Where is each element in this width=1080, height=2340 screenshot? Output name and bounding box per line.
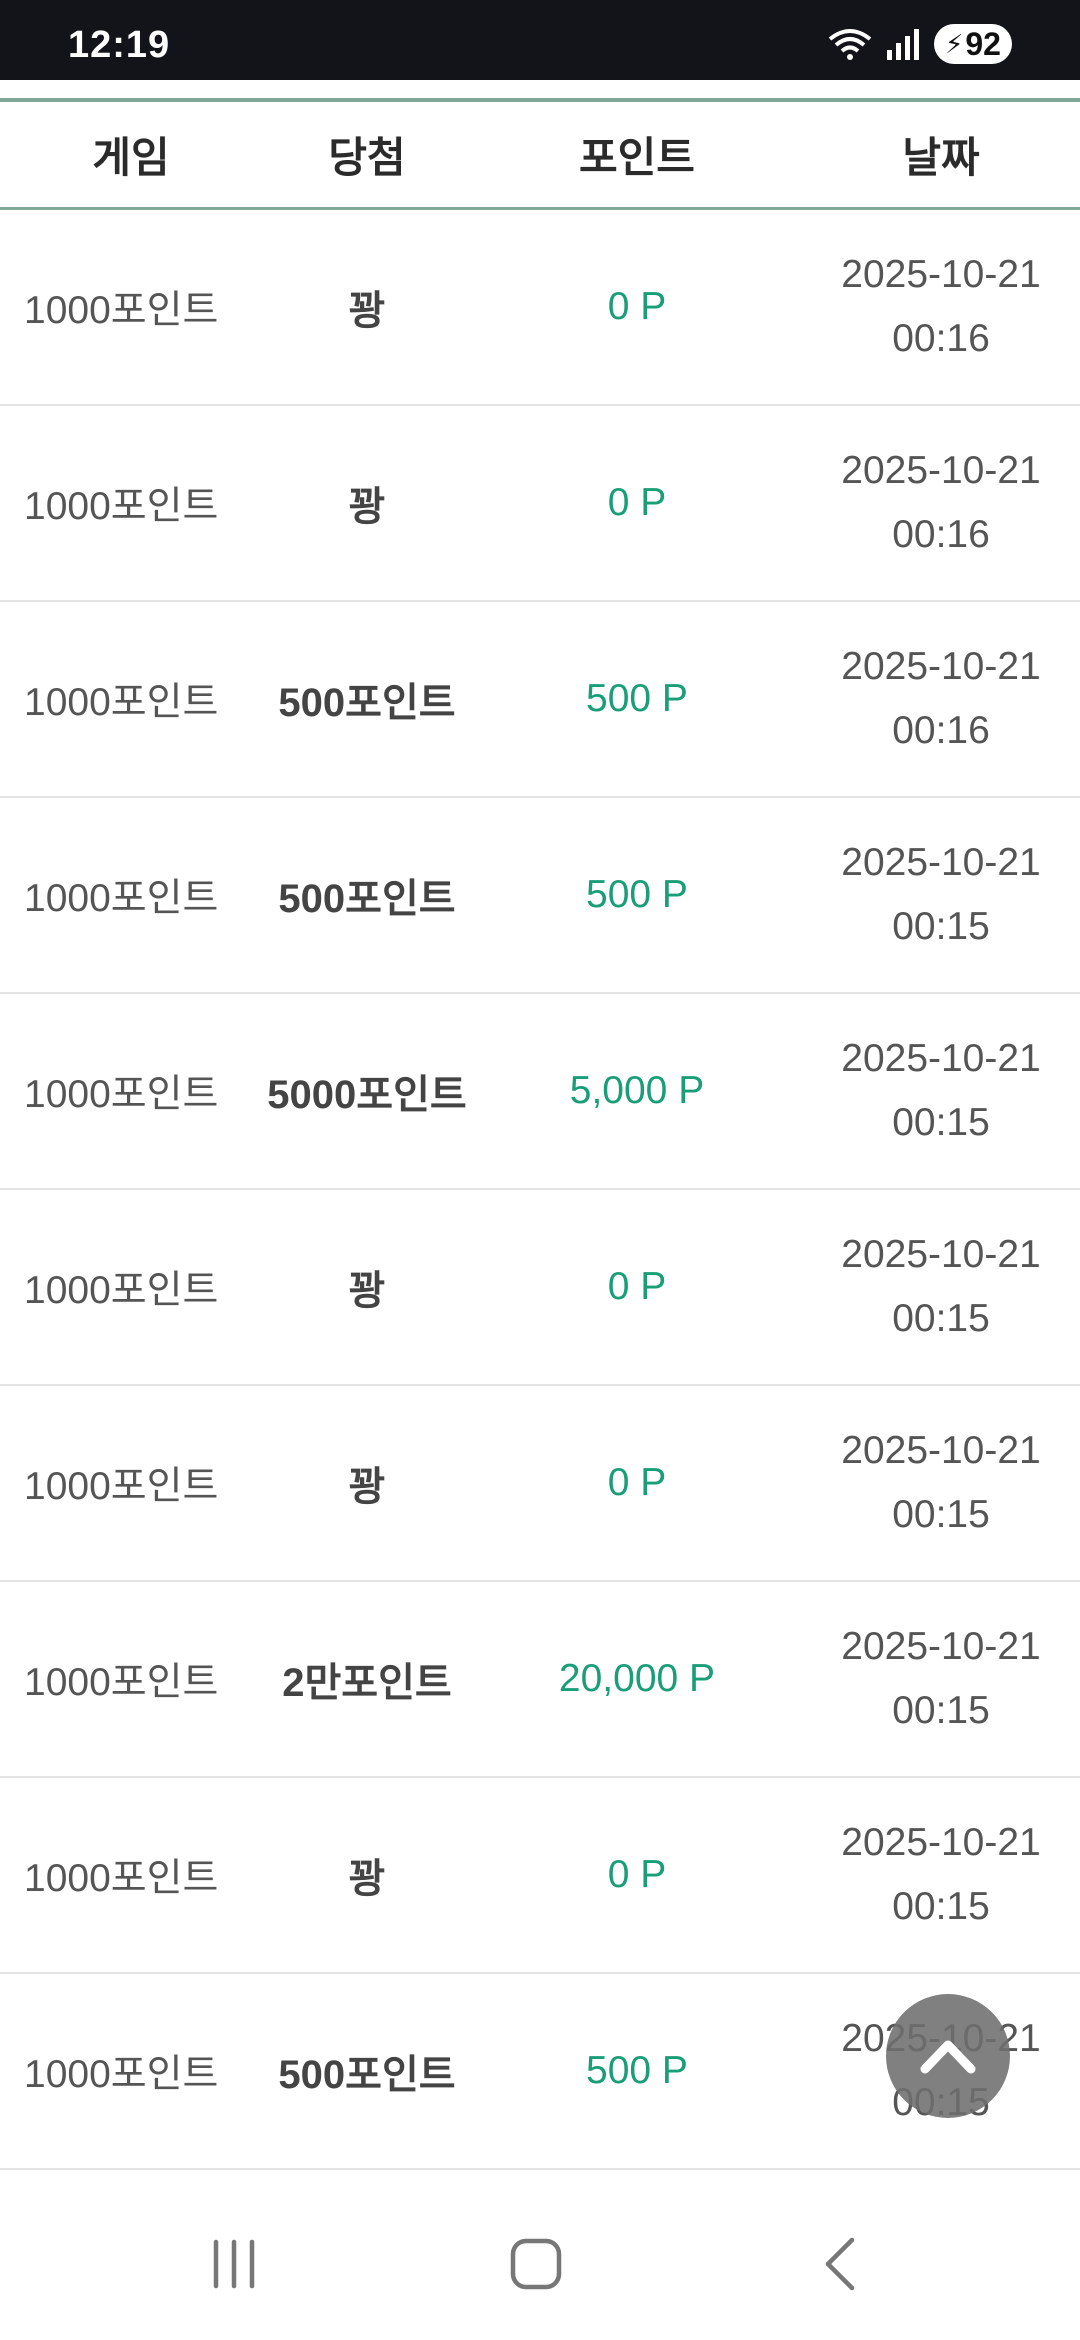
cell-date-time: 00:16: [892, 709, 990, 752]
cell-points: 20,000 P: [558, 1657, 716, 1700]
cell-date: 2025-10-21 00:16: [802, 439, 1080, 567]
home-icon[interactable]: [508, 2236, 564, 2292]
cell-date-time: 00:15: [892, 1689, 990, 1732]
cell-date-day: 2025-10-21: [841, 1233, 1041, 1276]
cell-points: 0 P: [607, 285, 667, 328]
cell-date-day: 2025-10-21: [841, 1037, 1041, 1080]
table-row: 1000포인트 꽝 0 P 2025-10-21 00:15: [0, 1386, 1080, 1582]
cell-date-time: 00:16: [892, 513, 990, 556]
cell-game: 1000포인트: [24, 2053, 219, 2096]
header-win: 당첨: [328, 134, 406, 181]
cell-game: 1000포인트: [24, 1465, 219, 1508]
cell-points: 500 P: [586, 677, 688, 720]
battery-level: 92: [965, 25, 1001, 62]
cell-date-day: 2025-10-21: [841, 1429, 1041, 1472]
cell-points: 5,000 P: [569, 1069, 705, 1112]
recent-apps-icon[interactable]: [206, 2236, 262, 2292]
table-row: 1000포인트 500포인트 500 P 2025-10-21 00:15: [0, 798, 1080, 994]
status-time: 12:19: [68, 24, 171, 66]
cell-date: 2025-10-21 00:15: [802, 1811, 1080, 1939]
cell-date-day: 2025-10-21: [841, 253, 1041, 296]
wifi-icon: [828, 29, 872, 60]
system-nav-bar: [0, 2186, 1080, 2340]
cell-date-time: 00:15: [892, 905, 990, 948]
cell-game: 1000포인트: [24, 289, 219, 332]
cell-win: 꽝: [348, 485, 386, 529]
scroll-top-button[interactable]: [886, 1994, 1010, 2118]
cell-game: 1000포인트: [24, 1073, 219, 1116]
cell-date: 2025-10-21 00:15: [802, 1615, 1080, 1743]
table-row: 1000포인트 꽝 0 P 2025-10-21 00:16: [0, 210, 1080, 406]
cell-date: 2025-10-21 00:15: [802, 1223, 1080, 1351]
status-icons: ⚡ 92: [828, 24, 1012, 64]
cell-date-time: 00:16: [892, 317, 990, 360]
cell-date-time: 00:15: [892, 1101, 990, 1144]
chevron-up-icon: [920, 2040, 976, 2074]
cell-points: 0 P: [607, 1461, 667, 1504]
cell-date-day: 2025-10-21: [841, 1625, 1041, 1668]
cell-game: 1000포인트: [24, 485, 219, 528]
battery-icon: ⚡ 92: [934, 24, 1012, 64]
cell-date-time: 00:15: [892, 1493, 990, 1536]
table-row: 1000포인트 5000포인트 5,000 P 2025-10-21 00:15: [0, 994, 1080, 1190]
table-row: 1000포인트 꽝 0 P 2025-10-21 00:15: [0, 1190, 1080, 1386]
cell-points: 0 P: [607, 481, 667, 524]
cell-win: 2만포인트: [282, 1661, 452, 1705]
cell-win: 500포인트: [278, 681, 456, 725]
cell-date-day: 2025-10-21: [841, 841, 1041, 884]
cell-points: 500 P: [586, 2049, 688, 2092]
cell-game: 1000포인트: [24, 1661, 219, 1704]
cell-game: 1000포인트: [24, 681, 219, 724]
cell-win: 꽝: [348, 1465, 386, 1509]
cell-date-time: 00:15: [892, 1885, 990, 1928]
cell-game: 1000포인트: [24, 1269, 219, 1312]
cell-game: 1000포인트: [24, 1857, 219, 1900]
table-header: 게임 당첨 포인트 날짜: [0, 98, 1080, 210]
header-game: 게임: [92, 134, 170, 181]
cell-points: 0 P: [607, 1853, 667, 1896]
cell-date-day: 2025-10-21: [841, 449, 1041, 492]
back-icon[interactable]: [818, 2234, 862, 2294]
cell-win: 꽝: [348, 1857, 386, 1901]
table-row: 1000포인트 2만포인트 20,000 P 2025-10-21 00:15: [0, 1582, 1080, 1778]
header-date: 날짜: [902, 134, 980, 181]
cell-date: 2025-10-21 00:15: [802, 1027, 1080, 1155]
signal-icon: [887, 29, 919, 60]
cell-win: 꽝: [348, 1269, 386, 1313]
table-row: 1000포인트 500포인트 500 P 2025-10-21 00:16: [0, 602, 1080, 798]
cell-game: 1000포인트: [24, 877, 219, 920]
cell-date: 2025-10-21 00:15: [802, 831, 1080, 959]
cell-win: 500포인트: [278, 877, 456, 921]
cell-win: 5000포인트: [267, 1073, 467, 1117]
cell-date: 2025-10-21 00:15: [802, 1419, 1080, 1547]
cell-date-day: 2025-10-21: [841, 1821, 1041, 1864]
cell-points: 0 P: [607, 1265, 667, 1308]
header-points: 포인트: [579, 134, 695, 181]
table-row: 1000포인트 꽝 0 P 2025-10-21 00:16: [0, 406, 1080, 602]
status-bar: 12:19 ⚡ 92: [0, 0, 1080, 80]
history-table: 게임 당첨 포인트 날짜 1000포인트 꽝 0 P 2025-10-21 00:…: [0, 98, 1080, 2170]
cell-date-day: 2025-10-21: [841, 645, 1041, 688]
cell-points: 500 P: [586, 873, 688, 916]
table-row: 1000포인트 꽝 0 P 2025-10-21 00:15: [0, 1778, 1080, 1974]
cell-win: 꽝: [348, 289, 386, 333]
cell-date: 2025-10-21 00:16: [802, 635, 1080, 763]
cell-date-time: 00:15: [892, 1297, 990, 1340]
cell-date: 2025-10-21 00:16: [802, 243, 1080, 371]
cell-win: 500포인트: [278, 2053, 456, 2097]
